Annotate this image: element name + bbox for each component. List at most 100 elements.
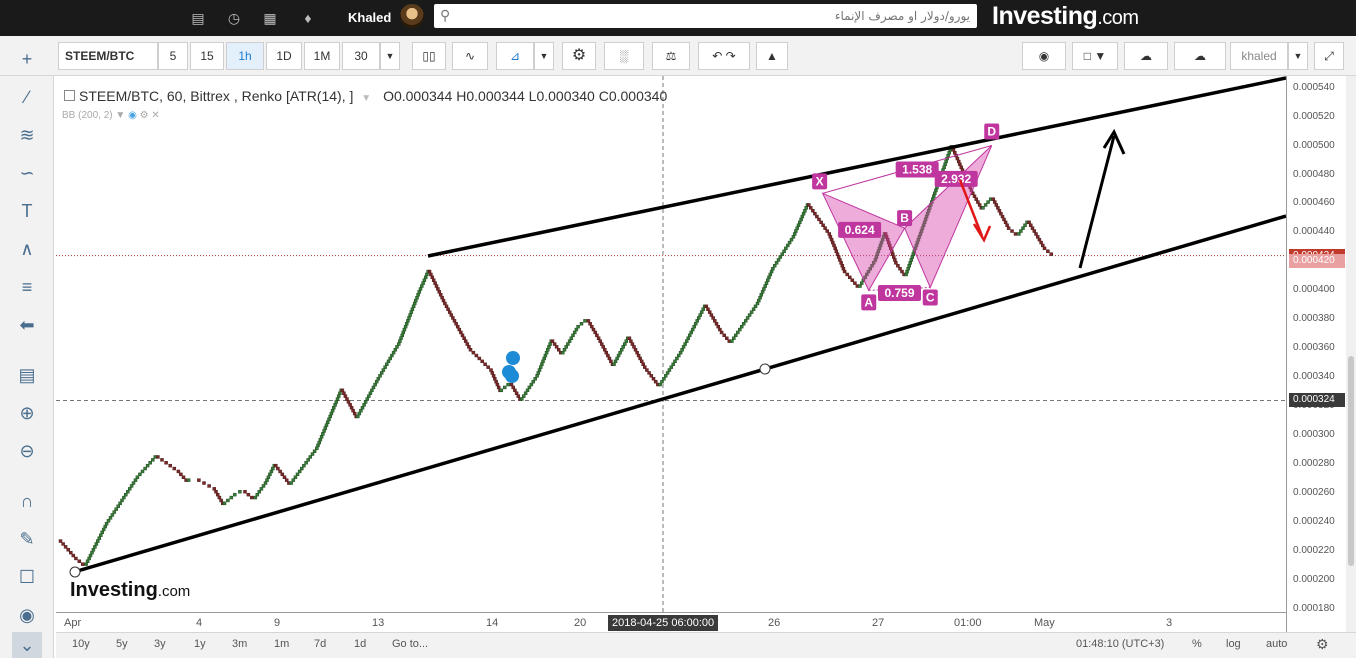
range-5y[interactable]: 5y: [116, 638, 128, 650]
scrollbar[interactable]: [1346, 76, 1356, 632]
renko-brick: [271, 466, 275, 471]
bar-chart-icon[interactable]: ░: [604, 42, 644, 70]
time-axis[interactable]: Apr 4 9 13 14 20 26 27 01:00 May 3 2018-04-25 06:00…: [56, 612, 1286, 632]
interval-1d[interactable]: 1D: [266, 42, 302, 70]
axis-settings-gear-icon[interactable]: ⚙: [1316, 636, 1329, 653]
layout-square-icon[interactable]: □ ▼: [1072, 42, 1118, 70]
renko-brick: [561, 350, 565, 355]
pattern-icon[interactable]: ∧: [12, 236, 42, 262]
down-arrow-red: [958, 179, 992, 243]
range-7d[interactable]: 7d: [314, 638, 326, 650]
percent-toggle[interactable]: %: [1192, 638, 1202, 650]
camera-icon[interactable]: ◉: [1022, 42, 1066, 70]
briefcase-icon[interactable]: ▦: [262, 10, 278, 26]
range-1d[interactable]: 1d: [354, 638, 366, 650]
collapse-chevron-down-icon[interactable]: ⌄: [12, 632, 42, 658]
candles-icon[interactable]: ▯▯: [412, 42, 446, 70]
auto-toggle[interactable]: auto: [1266, 638, 1287, 650]
magnet-icon[interactable]: ∩: [12, 488, 42, 514]
up-arrow-black: [1078, 128, 1126, 269]
search-input[interactable]: [458, 4, 970, 28]
interval-1m[interactable]: 1M: [304, 42, 340, 70]
measure-icon[interactable]: ≡: [12, 274, 42, 300]
profile-button[interactable]: khaled: [1230, 42, 1288, 70]
eye-icon[interactable]: ◉: [128, 110, 137, 121]
clock-icon[interactable]: ◷: [226, 10, 242, 26]
fullscreen-icon[interactable]: ⤢: [1314, 42, 1344, 70]
range-3m[interactable]: 3m: [232, 638, 247, 650]
avatar[interactable]: [400, 4, 424, 28]
drawing-tools-sidebar: + ∕ ≋ ∽ T ∧ ≡ ⬅ ▤ ⊕ ⊖ ∩ ✎ ☐ ◉ ⌄: [0, 49, 54, 658]
scrollbar-thumb[interactable]: [1348, 356, 1354, 566]
pattern-point-c: C: [926, 291, 935, 305]
profile-chevron-down-icon[interactable]: ▼: [1288, 42, 1308, 70]
renko-brick: [1010, 229, 1014, 233]
symbol-input[interactable]: STEEM/BTC: [58, 42, 158, 70]
renko-brick: [613, 359, 618, 364]
renko-brick: [509, 382, 514, 387]
interval-dropdown-chevron-down-icon[interactable]: ▼: [380, 42, 400, 70]
goto-button[interactable]: Go to...: [392, 638, 428, 650]
renko-brick: [499, 388, 504, 393]
indicators-icon[interactable]: ⊿: [496, 42, 534, 70]
renko-brick: [771, 266, 775, 271]
legend-low: L0.000340: [528, 88, 595, 104]
search-box[interactable]: ⚲: [434, 4, 977, 28]
chart-icon[interactable]: ▤: [190, 10, 206, 26]
investing-logo[interactable]: Investing.com: [992, 2, 1139, 31]
price-axis[interactable]: 0.000540 0.000520 0.000500 0.000480 0.000460…: [1286, 76, 1346, 632]
interval-30[interactable]: 30: [342, 42, 380, 70]
renko-brick: [627, 336, 632, 340]
range-1y[interactable]: 1y: [194, 638, 206, 650]
range-3y[interactable]: 3y: [154, 638, 166, 650]
alert-icon[interactable]: ▲: [756, 42, 788, 70]
renko-brick: [114, 507, 118, 511]
renko-brick: [318, 437, 323, 442]
candle-tool-icon[interactable]: ▤: [12, 362, 42, 388]
range-10y[interactable]: 10y: [72, 638, 90, 650]
settings-gear-icon[interactable]: ⚙: [562, 42, 596, 70]
arrow-left-icon[interactable]: ⬅: [12, 312, 42, 338]
lock-icon[interactable]: ☐: [12, 564, 42, 590]
renko-brick: [420, 284, 424, 288]
renko-brick: [496, 385, 501, 390]
interval-1h[interactable]: 1h: [226, 42, 264, 70]
interval-5[interactable]: 5: [158, 42, 188, 70]
crosshair-icon[interactable]: +: [12, 46, 42, 72]
renko-brick: [502, 385, 507, 390]
renko-brick: [956, 159, 961, 164]
interval-15[interactable]: 15: [190, 42, 224, 70]
range-1m[interactable]: 1m: [274, 638, 289, 650]
zoom-in-icon[interactable]: ⊕: [12, 400, 42, 426]
text-icon[interactable]: T: [12, 198, 42, 224]
renko-brick: [932, 194, 936, 198]
compare-icon[interactable]: ∿: [452, 42, 488, 70]
zoom-out-icon[interactable]: ⊖: [12, 438, 42, 464]
y-tick-label: 0.000220: [1293, 545, 1335, 557]
renko-brick: [562, 348, 567, 352]
scales-icon[interactable]: ⚖: [652, 42, 690, 70]
user-name[interactable]: Khaled: [348, 10, 391, 25]
renko-brick: [58, 539, 63, 543]
undo-redo-icon[interactable]: ↶ ↷: [698, 42, 750, 70]
chart-area[interactable]: X A B C D 0.624 1.538 0.759 2.932 Investing.com: [56, 76, 1287, 612]
bell-icon[interactable]: ♦: [300, 10, 316, 26]
indicators-chevron-down-icon[interactable]: ▼: [534, 42, 554, 70]
renko-brick: [401, 330, 406, 335]
trendline-icon[interactable]: ∕: [12, 84, 42, 110]
renko-brick: [69, 550, 73, 555]
renko-brick: [942, 165, 946, 169]
collapse-legend-icon[interactable]: [64, 90, 75, 101]
price-chart-svg[interactable]: X A B C D 0.624 1.538 0.759 2.932 Investing.com: [56, 76, 1287, 612]
renko-brick: [402, 327, 407, 332]
cloud-download-icon[interactable]: ☁: [1124, 42, 1168, 70]
y-tick-label: 0.000480: [1293, 168, 1335, 180]
log-toggle[interactable]: log: [1226, 638, 1241, 650]
cloud-upload-icon[interactable]: ☁: [1174, 42, 1226, 70]
renko-brick: [763, 284, 767, 288]
legend-dropdown-chevron-down-icon[interactable]: ▼: [361, 93, 371, 104]
fibonacci-icon[interactable]: ≋: [12, 122, 42, 148]
pencil-lock-icon[interactable]: ✎: [12, 526, 42, 552]
brush-icon[interactable]: ∽: [12, 160, 42, 186]
eye-icon[interactable]: ◉: [12, 602, 42, 628]
